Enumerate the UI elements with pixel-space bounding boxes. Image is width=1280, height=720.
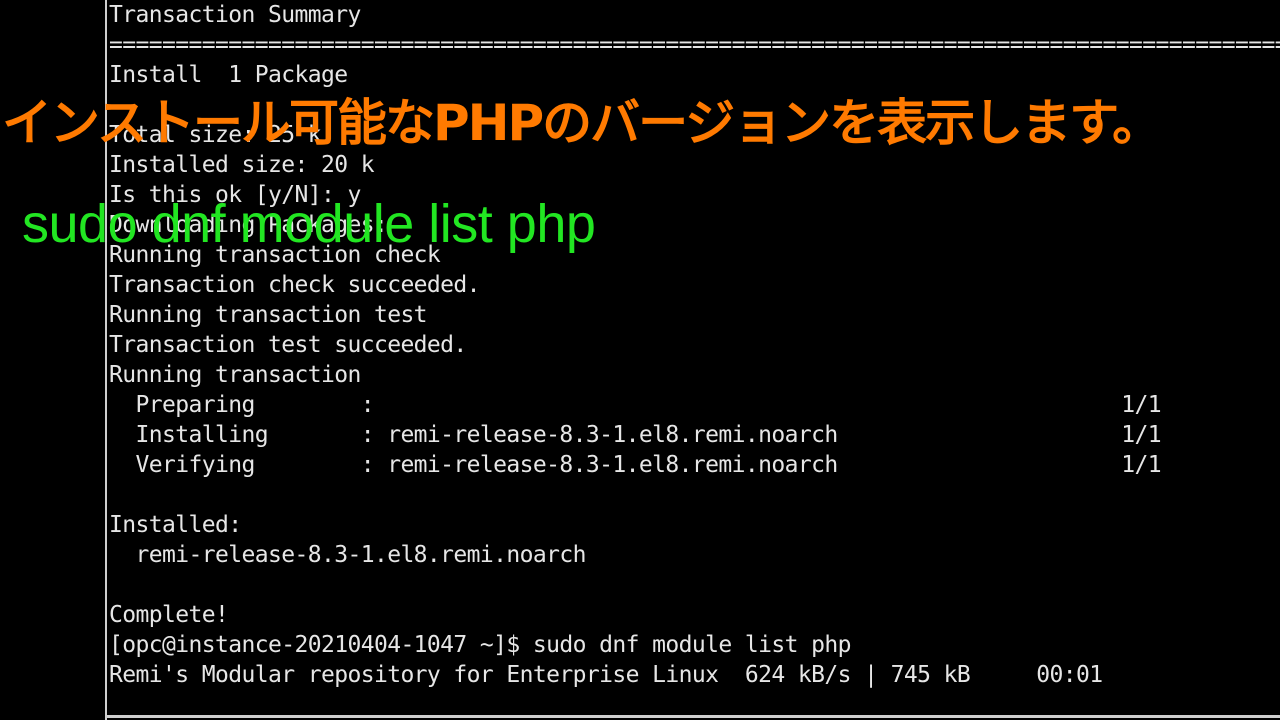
terminal-line-test-succeeded: Transaction test succeeded. [109,332,467,358]
terminal-bottom-border [107,715,1280,718]
terminal-line-remi-repo: Remi's Modular repository for Enterprise… [109,662,1103,688]
installing-progress: 1/1 [1121,422,1161,448]
terminal-line-prompt-command: [opc@instance-20210404-1047 ~]$ sudo dnf… [109,632,851,658]
caption-command: sudo dnf module list php [22,194,596,254]
terminal-line-installing: Installing : remi-release-8.3-1.el8.remi… [109,422,838,448]
video-frame: Transaction Summary ====================… [0,0,1280,720]
terminal-line-running-test: Running transaction test [109,302,428,328]
terminal-line-verifying: Verifying : remi-release-8.3-1.el8.remi.… [109,452,838,478]
preparing-progress: 1/1 [1121,392,1161,418]
terminal-line-complete: Complete! [109,602,229,628]
caption-japanese: インストール可能なPHPのバージョンを表示します。 [2,94,1162,152]
terminal-line-running-transaction: Running transaction [109,362,361,388]
terminal-line-transaction-summary: Transaction Summary [109,2,361,28]
terminal-line-installed-header: Installed: [109,512,242,538]
terminal-line-install-count: Install 1 Package [109,62,348,88]
terminal-line-preparing: Preparing : [109,392,374,418]
terminal-line-separator: ========================================… [109,32,1280,58]
terminal-line-check-succeeded: Transaction check succeeded. [109,272,481,298]
verifying-progress: 1/1 [1121,452,1161,478]
terminal-line-installed-package: remi-release-8.3-1.el8.remi.noarch [109,542,586,568]
